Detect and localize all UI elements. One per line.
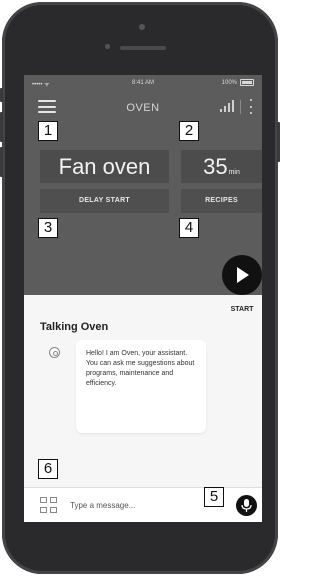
power-button xyxy=(277,122,280,162)
phone-frame: ••••• ᯤ 8:41 AM 100% OVEN Fan oven 35min… xyxy=(0,2,280,574)
more-vertical-icon[interactable] xyxy=(248,99,254,114)
message-input[interactable] xyxy=(70,497,220,514)
status-bar: ••••• ᯤ 8:41 AM 100% xyxy=(24,75,262,91)
start-label: START xyxy=(230,306,254,313)
delay-start-button[interactable]: DELAY START xyxy=(40,189,169,213)
callout-1: 1 xyxy=(38,121,58,141)
callout-2: 2 xyxy=(179,121,199,141)
signal-strength-icon[interactable] xyxy=(220,100,234,112)
app-bar: OVEN xyxy=(24,91,262,121)
recipes-button[interactable]: RECIPES xyxy=(181,189,262,213)
microphone-icon xyxy=(241,499,252,512)
grid-icon[interactable] xyxy=(40,497,58,514)
front-sensor xyxy=(139,24,145,30)
microphone-button[interactable] xyxy=(236,495,257,516)
callout-4: 4 xyxy=(179,218,199,238)
duration-unit: min xyxy=(228,169,240,176)
earpiece-speaker xyxy=(120,46,166,50)
battery-status: 100% xyxy=(222,79,254,86)
oven-avatar-icon xyxy=(49,347,60,358)
callout-5: 5 xyxy=(204,487,224,507)
battery-percent: 100% xyxy=(221,79,237,86)
front-camera xyxy=(105,44,110,49)
mute-switch xyxy=(0,88,3,102)
app-bar-divider xyxy=(240,100,241,114)
chat-title: Talking Oven xyxy=(40,321,109,333)
duration-display[interactable]: 35min xyxy=(181,150,262,183)
duration-value: 35 xyxy=(203,154,228,179)
assistant-message-bubble: Hello! I am Oven, your assistant. You ca… xyxy=(76,340,206,433)
play-icon xyxy=(237,267,249,283)
callout-6: 6 xyxy=(38,459,58,479)
battery-icon xyxy=(240,79,254,86)
volume-up-button xyxy=(0,112,3,142)
start-button[interactable] xyxy=(222,255,262,295)
app-screen: ••••• ᯤ 8:41 AM 100% OVEN Fan oven 35min… xyxy=(24,75,262,522)
message-composer xyxy=(24,487,262,522)
oven-mode-display[interactable]: Fan oven xyxy=(40,150,169,183)
callout-3: 3 xyxy=(38,218,58,238)
volume-down-button xyxy=(0,147,3,177)
